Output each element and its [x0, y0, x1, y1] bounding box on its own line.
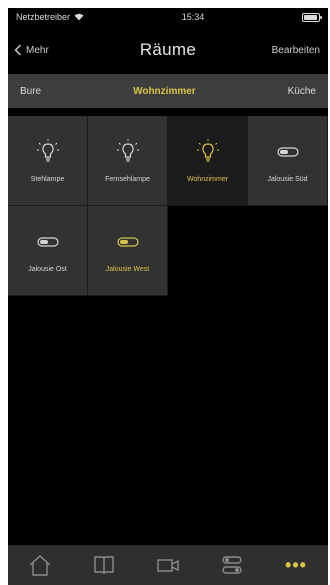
tab-more[interactable]: ••• [276, 548, 316, 582]
device-tile[interactable]: Wohnzimmer [168, 116, 248, 206]
bulb-icon [34, 138, 62, 166]
chevron-left-icon [14, 44, 21, 56]
device-label: Jalousie West [105, 266, 150, 273]
battery-fill [304, 14, 317, 20]
tab-sliders[interactable] [212, 548, 252, 582]
more-icon: ••• [285, 555, 307, 575]
switch-icon [34, 228, 62, 256]
device-label: Jalousie Ost [28, 266, 67, 273]
edit-button[interactable]: Bearbeiten [272, 26, 320, 74]
back-button[interactable]: Mehr [14, 26, 49, 74]
tab-book[interactable] [84, 548, 124, 582]
device-grid: Stehlampe Fernsehlampe Wohnzimmer Jalousie … [8, 116, 328, 296]
tab-camera[interactable] [148, 548, 188, 582]
device-label: Jalousie Süd [267, 176, 308, 183]
page-title: Räume [139, 40, 197, 59]
device-label: Wohnzimmer [186, 176, 229, 183]
home-icon [29, 555, 51, 576]
app-screen: Netzbetreiber 15:34 Mehr Räume Bearbeite… [8, 8, 328, 585]
back-label: Mehr [26, 44, 49, 56]
book-icon [94, 556, 114, 575]
device-label: Stehlampe [30, 176, 65, 183]
status-bar: Netzbetreiber 15:34 [8, 8, 328, 26]
tab-home[interactable] [20, 548, 60, 582]
room-prev[interactable]: Bure [20, 86, 41, 97]
carrier-label: Netzbetreiber [16, 12, 71, 22]
sliders-icon [222, 556, 242, 574]
room-current[interactable]: Wohnzimmer [133, 86, 196, 97]
wifi-icon [74, 13, 84, 21]
room-selector: Bure Wohnzimmer Küche [8, 74, 328, 108]
device-tile[interactable]: Jalousie West [88, 206, 168, 296]
navigation-bar: Mehr Räume Bearbeiten [8, 26, 328, 74]
device-tile[interactable]: Stehlampe [8, 116, 88, 206]
switch-icon [114, 228, 142, 256]
device-label: Fernsehlampe [105, 176, 150, 183]
battery-icon [302, 12, 322, 22]
device-tile[interactable]: Fernsehlampe [88, 116, 168, 206]
device-tile[interactable]: Jalousie Ost [8, 206, 88, 296]
device-tile[interactable]: Jalousie Süd [248, 116, 328, 206]
bulb-icon [114, 138, 142, 166]
switch-icon [274, 138, 302, 166]
status-time: 15:34 [181, 12, 205, 22]
tab-bar: ••• [8, 545, 328, 585]
camera-icon [157, 559, 179, 572]
room-next[interactable]: Küche [288, 86, 316, 97]
status-left: Netzbetreiber [16, 12, 84, 22]
bulb-icon [194, 138, 222, 166]
